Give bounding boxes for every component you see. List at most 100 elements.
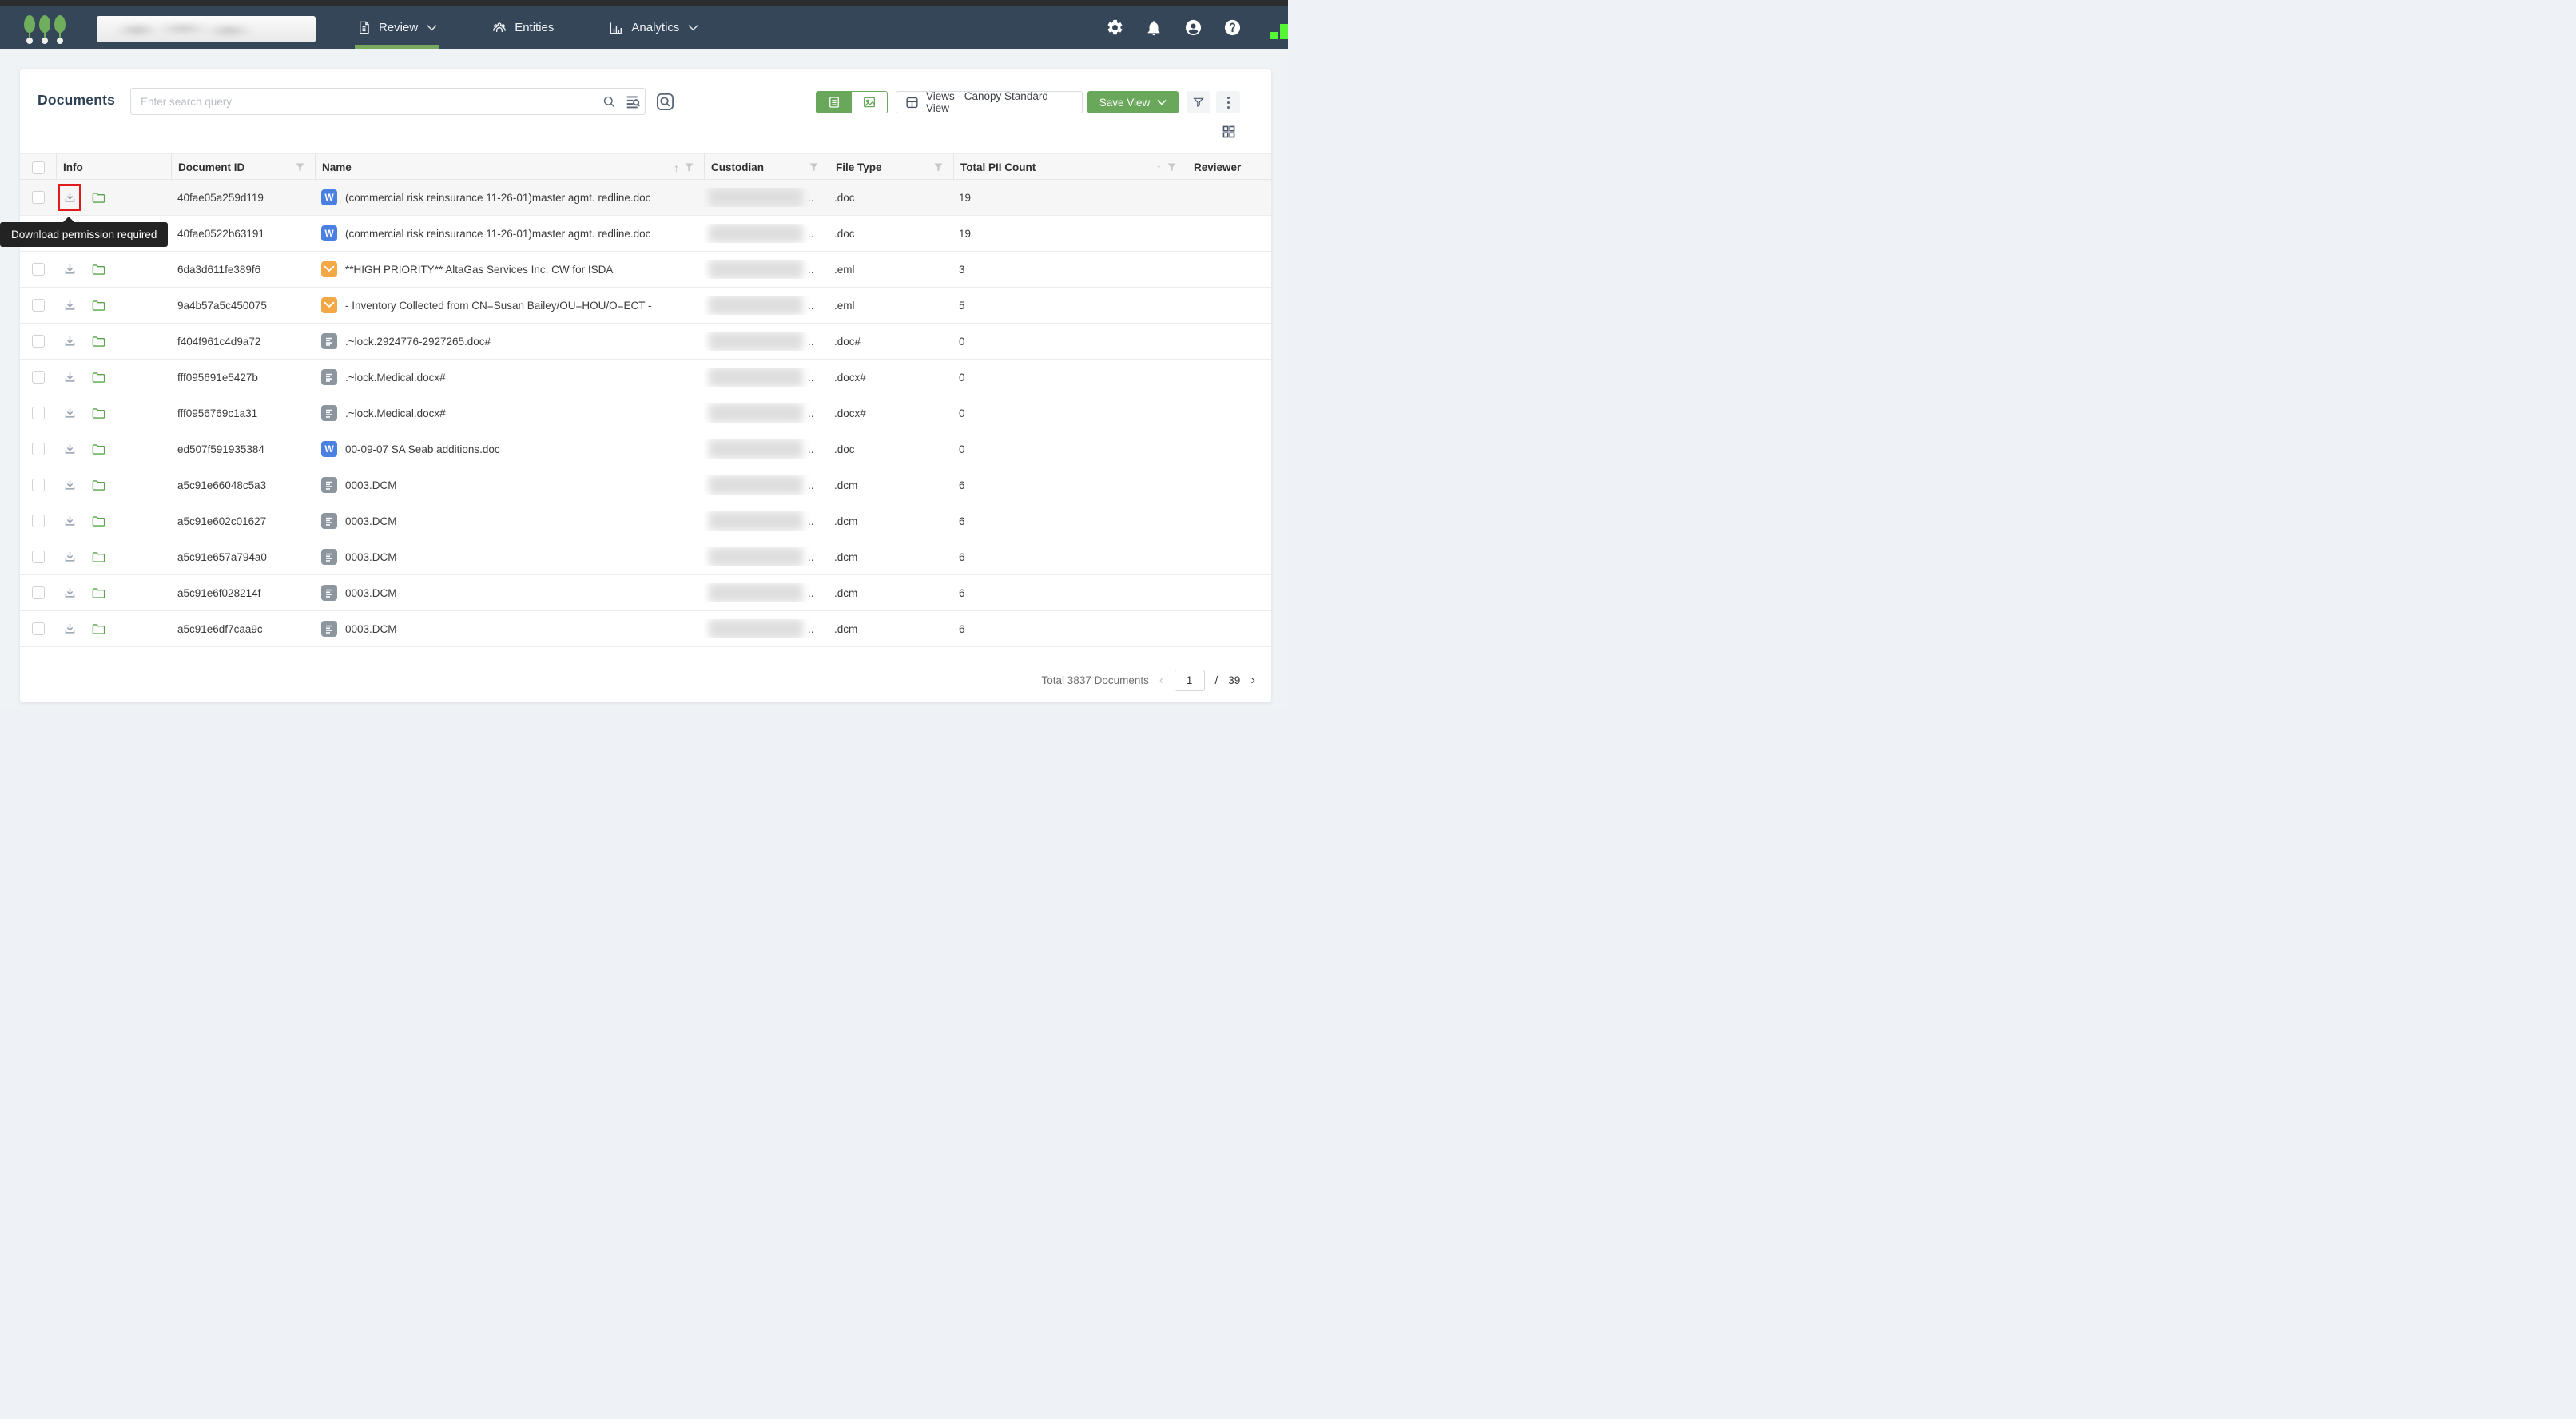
download-button[interactable] <box>58 471 81 499</box>
folder-button[interactable] <box>91 550 106 565</box>
search-icon[interactable] <box>597 89 621 113</box>
row-checkbox[interactable] <box>32 479 45 491</box>
document-name-cell[interactable]: 0003.DCM <box>315 477 704 493</box>
document-name-cell[interactable]: 0003.DCM <box>315 621 704 637</box>
download-button[interactable] <box>58 256 81 283</box>
table-row[interactable]: fff0956769c1a31 .~lock.Medical.docx# .. … <box>20 395 1271 431</box>
user-avatar-icon[interactable] <box>1183 18 1203 38</box>
filter-button[interactable] <box>1187 91 1210 113</box>
document-name-cell[interactable]: .~lock.Medical.docx# <box>315 405 704 421</box>
document-name-cell[interactable]: 0003.DCM <box>315 513 704 529</box>
row-checkbox[interactable] <box>32 335 45 348</box>
page-number-input[interactable] <box>1175 670 1205 691</box>
views-dropdown[interactable]: Views - Canopy Standard View <box>896 91 1083 113</box>
notifications-bell-icon[interactable] <box>1144 18 1163 38</box>
filter-funnel-icon[interactable] <box>809 163 818 172</box>
download-button[interactable] <box>58 615 81 642</box>
row-checkbox[interactable] <box>32 299 45 312</box>
canopy-logo[interactable] <box>24 14 74 46</box>
sort-arrow-icon[interactable]: ↑ <box>674 162 679 173</box>
document-name-cell[interactable]: W (commercial risk reinsurance 11-26-01)… <box>315 189 704 205</box>
table-view-button[interactable] <box>817 92 852 113</box>
row-checkbox[interactable] <box>32 515 45 527</box>
table-row[interactable]: 6da3d611fe389f6 **HIGH PRIORITY** AltaGa… <box>20 252 1271 288</box>
download-button[interactable] <box>58 507 81 535</box>
next-page-icon[interactable]: › <box>1250 672 1255 688</box>
select-all-checkbox[interactable] <box>32 161 45 174</box>
row-checkbox[interactable] <box>32 551 45 563</box>
table-row[interactable]: a5c91e66048c5a3 0003.DCM .. .dcm 6 <box>20 467 1271 503</box>
table-row[interactable]: fff095691e5427b .~lock.Medical.docx# .. … <box>20 360 1271 395</box>
table-row[interactable]: 9a4b57a5c450075 - Inventory Collected fr… <box>20 288 1271 324</box>
help-icon[interactable] <box>1222 18 1242 38</box>
previous-page-icon[interactable]: ‹ <box>1159 672 1164 688</box>
document-name-cell[interactable]: - Inventory Collected from CN=Susan Bail… <box>315 297 704 313</box>
filter-funnel-icon[interactable] <box>685 163 694 172</box>
filter-funnel-icon[interactable] <box>1167 163 1176 172</box>
sort-arrow-icon[interactable]: ↑ <box>1156 162 1162 173</box>
table-row[interactable]: a5c91e602c01627 0003.DCM .. .dcm 6 <box>20 503 1271 539</box>
download-button[interactable] <box>58 399 81 427</box>
tab-entities[interactable]: Entities <box>479 6 566 49</box>
document-name-cell[interactable]: .~lock.2924776-2927265.doc# <box>315 333 704 349</box>
filter-funnel-icon[interactable] <box>934 163 943 172</box>
table-row[interactable]: 40fae05a259d119 W (commercial risk reins… <box>20 180 1271 216</box>
search-input[interactable] <box>131 96 597 108</box>
folder-button[interactable] <box>91 190 106 205</box>
row-checkbox[interactable] <box>32 586 45 599</box>
folder-button[interactable] <box>91 406 106 421</box>
folder-button[interactable] <box>91 334 106 349</box>
save-view-button[interactable]: Save View <box>1087 91 1179 113</box>
document-name-cell[interactable]: W 00-09-07 SA Seab additions.doc <box>315 441 704 457</box>
row-checkbox[interactable] <box>32 407 45 419</box>
row-checkbox[interactable] <box>32 263 45 276</box>
row-checkbox[interactable] <box>32 622 45 635</box>
download-button[interactable] <box>58 435 81 463</box>
column-header-document-id[interactable]: Document ID <box>171 154 315 181</box>
tab-review[interactable]: Review <box>344 6 450 49</box>
advanced-search-icon[interactable] <box>655 92 675 112</box>
table-row[interactable]: 40fae0522b63191 W (commercial risk reins… <box>20 216 1271 252</box>
table-row[interactable]: a5c91e6df7caa9c 0003.DCM .. .dcm 6 <box>20 611 1271 647</box>
document-name-cell[interactable]: W (commercial risk reinsurance 11-26-01)… <box>315 225 704 241</box>
folder-button[interactable] <box>91 298 106 313</box>
folder-button[interactable] <box>91 262 106 277</box>
project-name-redacted[interactable] <box>97 16 316 42</box>
column-header-total-pii-count[interactable]: Total PII Count↑ <box>953 154 1187 181</box>
image-view-button[interactable] <box>852 92 887 113</box>
download-button[interactable] <box>58 543 81 570</box>
document-name-cell[interactable]: .~lock.Medical.docx# <box>315 369 704 385</box>
column-grid-icon[interactable] <box>1222 125 1236 139</box>
download-button[interactable] <box>58 579 81 606</box>
folder-button[interactable] <box>91 478 106 493</box>
column-header-reviewer[interactable]: Reviewer <box>1187 154 1271 181</box>
table-row[interactable]: a5c91e6f028214f 0003.DCM .. .dcm 6 <box>20 575 1271 611</box>
search-history-icon[interactable] <box>621 89 645 113</box>
tab-analytics[interactable]: Analytics <box>595 6 711 49</box>
column-header-file-type[interactable]: File Type <box>829 154 953 181</box>
download-button[interactable] <box>58 328 81 355</box>
column-header-name[interactable]: Name↑ <box>315 154 704 181</box>
document-name-cell[interactable]: **HIGH PRIORITY** AltaGas Services Inc. … <box>315 261 704 277</box>
folder-button[interactable] <box>91 514 106 529</box>
folder-button[interactable] <box>91 586 106 601</box>
download-button[interactable] <box>58 184 81 211</box>
folder-button[interactable] <box>91 370 106 385</box>
table-row[interactable]: f404f961c4d9a72 .~lock.2924776-2927265.d… <box>20 324 1271 360</box>
column-header-info[interactable]: Info <box>56 154 171 181</box>
folder-button[interactable] <box>91 622 106 637</box>
download-button[interactable] <box>58 364 81 391</box>
document-name-cell[interactable]: 0003.DCM <box>315 585 704 601</box>
row-checkbox[interactable] <box>32 371 45 384</box>
table-row[interactable]: ed507f591935384 W 00-09-07 SA Seab addit… <box>20 431 1271 467</box>
row-checkbox[interactable] <box>32 443 45 455</box>
row-checkbox[interactable] <box>32 191 45 204</box>
column-header-custodian[interactable]: Custodian <box>704 154 829 181</box>
folder-button[interactable] <box>91 442 106 457</box>
kebab-menu-button[interactable] <box>1216 91 1240 113</box>
settings-gear-icon[interactable] <box>1105 18 1124 38</box>
document-name-cell[interactable]: 0003.DCM <box>315 549 704 565</box>
table-row[interactable]: a5c91e657a794a0 0003.DCM .. .dcm 6 <box>20 539 1271 575</box>
filter-funnel-icon[interactable] <box>296 163 304 172</box>
download-button[interactable] <box>58 292 81 319</box>
